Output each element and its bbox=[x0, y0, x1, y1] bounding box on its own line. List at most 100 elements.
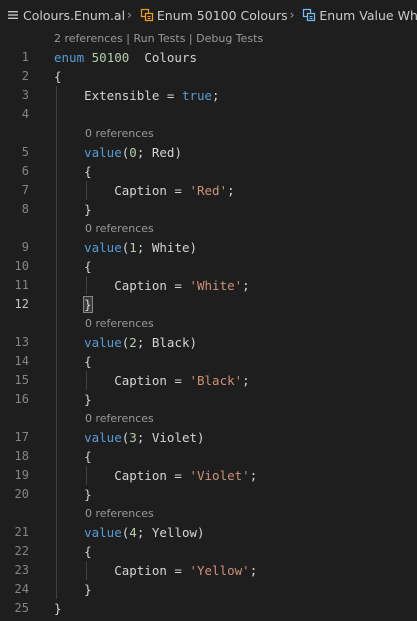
code-text: } bbox=[54, 580, 92, 599]
line-number: 4 bbox=[21, 107, 29, 121]
code-text: Caption = 'Red'; bbox=[54, 181, 234, 200]
code-line[interactable]: 24 } bbox=[0, 580, 417, 599]
breadcrumb-enum[interactable]: Enum 50100 Colours bbox=[134, 8, 288, 23]
hamburger-lines-icon bbox=[8, 11, 18, 19]
code-text: } bbox=[54, 295, 93, 314]
code-token: { bbox=[54, 69, 62, 84]
breadcrumb-file-label: Colours.Enum.al bbox=[23, 7, 126, 23]
code-line[interactable]: 10 { bbox=[0, 257, 417, 276]
code-line[interactable]: 22 { bbox=[0, 542, 417, 561]
code-token: ; White) bbox=[136, 240, 198, 255]
line-number: 11 bbox=[14, 278, 29, 292]
code-line[interactable]: 16 } bbox=[0, 390, 417, 409]
number-token: 50100 bbox=[91, 50, 130, 65]
code-line[interactable]: 13 value(2; Black) bbox=[0, 333, 417, 352]
line-number: 22 bbox=[14, 544, 29, 558]
line-number: 25 bbox=[14, 601, 29, 615]
codelens[interactable]: 0 references bbox=[85, 127, 154, 140]
indent-guide bbox=[86, 276, 88, 295]
matched-bracket: } bbox=[83, 296, 93, 313]
breadcrumb-enum-value[interactable]: Enum Value White bbox=[296, 8, 417, 23]
line-number: 24 bbox=[14, 582, 29, 596]
indent-guide bbox=[86, 371, 88, 390]
codelens-row: 0 references bbox=[0, 409, 417, 428]
code-line[interactable]: 25} bbox=[0, 599, 417, 618]
code-line[interactable]: 5 value(0; Red) bbox=[0, 143, 417, 162]
codelens-row: 0 references bbox=[0, 124, 417, 143]
code-token: ; Yellow) bbox=[136, 525, 205, 540]
keyword-token: value bbox=[84, 335, 122, 350]
code-line[interactable]: 17 value(3; Violet) bbox=[0, 428, 417, 447]
code-text: value(2; Black) bbox=[54, 333, 197, 352]
code-line[interactable]: 6 { bbox=[0, 162, 417, 181]
code-line[interactable]: 11 Caption = 'White'; bbox=[0, 276, 417, 295]
code-line[interactable]: 19 Caption = 'Violet'; bbox=[0, 466, 417, 485]
code-token: ; bbox=[249, 468, 258, 483]
code-text: value(0; Red) bbox=[54, 143, 182, 162]
code-line[interactable]: 8 } bbox=[0, 200, 417, 219]
code-line[interactable]: 9 value(1; White) bbox=[0, 238, 417, 257]
code-token: Caption = bbox=[54, 563, 190, 578]
code-line[interactable]: 3 Extensible = true; bbox=[0, 86, 417, 105]
keyword-token: value bbox=[84, 525, 122, 540]
code-token: { bbox=[54, 164, 92, 179]
code-line[interactable]: 2{ bbox=[0, 67, 417, 86]
code-line[interactable]: 20 } bbox=[0, 485, 417, 504]
number-token: 2 bbox=[129, 335, 137, 350]
code-token: } bbox=[54, 202, 92, 217]
number-token: 0 bbox=[129, 145, 137, 160]
indent-guide bbox=[86, 181, 88, 200]
line-number: 19 bbox=[14, 468, 29, 482]
code-line[interactable]: 1 enum 50100 Colours bbox=[0, 48, 417, 67]
line-number: 15 bbox=[14, 373, 29, 387]
code-editor[interactable]: 2 references | Run Tests | Debug Tests 1 e… bbox=[0, 29, 417, 618]
code-line[interactable]: 14 { bbox=[0, 352, 417, 371]
code-line[interactable]: 18 { bbox=[0, 447, 417, 466]
keyword-token: enum bbox=[54, 50, 92, 65]
line-number: 8 bbox=[21, 202, 29, 216]
codelens-row: 0 references bbox=[0, 219, 417, 238]
code-token: ; bbox=[212, 88, 220, 103]
breadcrumb-file[interactable]: Colours.Enum.al bbox=[0, 8, 125, 23]
string-token: 'Violet' bbox=[189, 468, 250, 483]
code-token: { bbox=[54, 449, 92, 464]
line-number: 5 bbox=[21, 145, 29, 159]
string-token: 'Yellow' bbox=[189, 563, 250, 578]
code-line[interactable]: 21 value(4; Yellow) bbox=[0, 523, 417, 542]
codelens[interactable]: 2 references | Run Tests | Debug Tests bbox=[54, 32, 263, 45]
codelens[interactable]: 0 references bbox=[85, 317, 154, 330]
code-text: { bbox=[54, 447, 92, 466]
line-number: 1 bbox=[21, 50, 29, 64]
line-number: 9 bbox=[21, 240, 29, 254]
breadcrumb-enum-value-label: Enum Value White bbox=[319, 7, 417, 23]
code-text: } bbox=[54, 599, 62, 618]
code-line[interactable]: 15 Caption = 'Black'; bbox=[0, 371, 417, 390]
codelens[interactable]: 0 references bbox=[85, 412, 154, 425]
code-line[interactable]: 12 } bbox=[0, 295, 417, 314]
line-number: 12 bbox=[14, 297, 29, 311]
code-line[interactable]: 7 Caption = 'Red'; bbox=[0, 181, 417, 200]
number-token: 3 bbox=[129, 430, 137, 445]
code-token: } bbox=[54, 601, 62, 616]
code-text: { bbox=[54, 257, 92, 276]
code-token: Caption = bbox=[54, 373, 190, 388]
codelens-row: 2 references | Run Tests | Debug Tests bbox=[0, 29, 417, 48]
line-number: 6 bbox=[21, 164, 29, 178]
line-number: 17 bbox=[14, 430, 29, 444]
codelens[interactable]: 0 references bbox=[85, 222, 154, 235]
code-text: Caption = 'White'; bbox=[54, 276, 249, 295]
code-token: { bbox=[54, 259, 92, 274]
codelens[interactable]: 0 references bbox=[85, 507, 154, 520]
keyword-token: value bbox=[84, 240, 122, 255]
line-number: 7 bbox=[21, 183, 29, 197]
keyword-token: value bbox=[84, 145, 122, 160]
indent-guide bbox=[86, 466, 88, 485]
keyword-token: value bbox=[84, 430, 122, 445]
code-line[interactable]: 4 bbox=[0, 105, 417, 124]
code-line[interactable]: 23 Caption = 'Yellow'; bbox=[0, 561, 417, 580]
code-text: Caption = 'Yellow'; bbox=[54, 561, 257, 580]
